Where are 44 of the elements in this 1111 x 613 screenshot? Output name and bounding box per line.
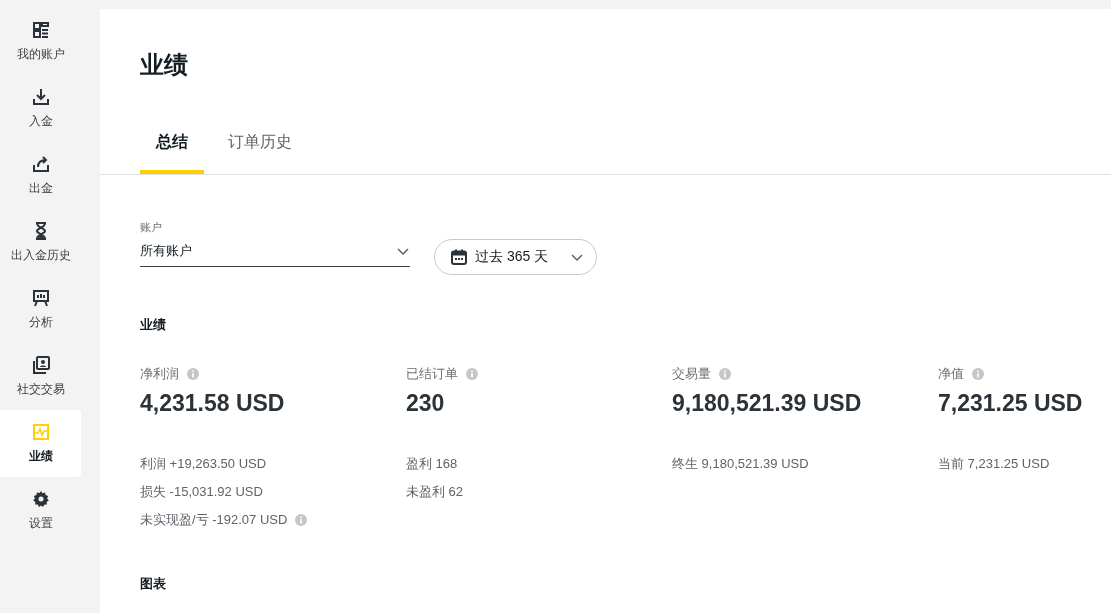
stat-detail: 损失 -15,031.92 USD: [140, 483, 263, 502]
stat-label: 已结订单: [406, 365, 458, 384]
sidebar-item[interactable]: 出入金历史: [0, 209, 81, 276]
tab[interactable]: 订单历史: [212, 117, 308, 174]
tab[interactable]: 总结: [140, 117, 204, 174]
page-title: 业绩: [139, 50, 189, 80]
sidebar-item[interactable]: 设置: [0, 477, 81, 544]
stat-value: 230: [406, 388, 446, 418]
info-icon[interactable]: [295, 514, 308, 527]
chart-icon: [31, 422, 50, 441]
section-heading: 图表: [140, 576, 167, 592]
stat-value: 4,231.58 USD: [140, 388, 286, 418]
info-icon[interactable]: [719, 368, 731, 381]
download-icon: [31, 87, 50, 106]
portrait-cards-icon: [31, 355, 50, 374]
section-heading: 业绩: [140, 316, 167, 333]
stat-label: 净利润: [140, 365, 179, 384]
sidebar-item[interactable]: 分析: [0, 276, 81, 343]
settings-icon: [31, 489, 50, 508]
info-icon[interactable]: [972, 368, 984, 381]
stat-label: 净值: [938, 365, 964, 384]
sidebar-item[interactable]: 我的账户: [0, 8, 81, 75]
stat-detail: 当前 7,231.25 USD: [938, 455, 1050, 474]
share-icon: [31, 154, 50, 173]
stat-detail: 盈利 168: [406, 455, 458, 474]
date-range-button[interactable]: 过去 365 天: [434, 238, 598, 275]
stat-detail: 利润 +19,263.50 USD: [140, 455, 267, 474]
calendar-icon: [451, 248, 467, 265]
stat-label: 交易量: [672, 365, 711, 384]
sidebar-item[interactable]: 入金: [0, 75, 81, 142]
sidebar-item[interactable]: 业绩: [0, 410, 81, 477]
stat-value: 7,231.25 USD: [938, 388, 1084, 418]
stat-detail: 终生 9,180,521.39 USD: [672, 455, 809, 474]
stat-detail: 未实现盈/亏 -192.07 USD: [140, 511, 288, 530]
field-label: 账户: [140, 219, 163, 235]
sidebar-item[interactable]: 出金: [0, 142, 81, 209]
info-icon[interactable]: [466, 368, 478, 381]
stat-detail: 未盈利 62: [406, 483, 464, 502]
stat-value: 9,180,521.39 USD: [672, 388, 863, 418]
grid-icon: [31, 20, 50, 39]
sidebar-item[interactable]: 社交交易: [0, 343, 81, 410]
account-select[interactable]: 所有账户: [140, 235, 410, 267]
presentation-icon: [31, 288, 50, 307]
info-icon[interactable]: [187, 368, 199, 381]
